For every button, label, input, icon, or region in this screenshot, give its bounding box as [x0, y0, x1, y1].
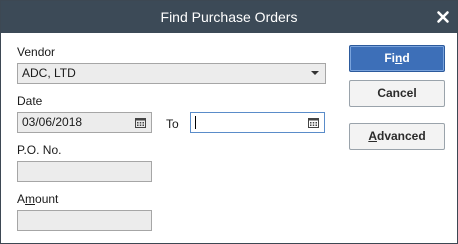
advanced-label-post: dvanced	[376, 129, 426, 143]
po-number-label: P.O. No.	[17, 143, 62, 157]
window-title: Find Purchase Orders	[160, 9, 298, 25]
vendor-dropdown[interactable]: ADC, LTD	[17, 63, 326, 84]
advanced-button[interactable]: Advanced	[349, 123, 445, 150]
text-cursor	[195, 116, 196, 129]
amount-field[interactable]	[17, 210, 152, 231]
close-icon[interactable]	[435, 9, 451, 25]
vendor-label: Vendor	[17, 45, 56, 59]
vendor-value: ADC, LTD	[22, 66, 76, 80]
title-bar: Find Purchase Orders	[1, 1, 457, 33]
po-number-field[interactable]	[17, 161, 152, 182]
find-button[interactable]: Find	[349, 45, 445, 72]
find-label-post: d	[402, 51, 410, 65]
to-label: To	[166, 117, 179, 131]
date-from-field[interactable]: 03/06/2018	[17, 112, 152, 133]
amount-label-post: ount	[35, 192, 59, 206]
advanced-label-accel: A	[368, 129, 377, 143]
amount-label: Amount	[17, 192, 58, 206]
date-label: Date	[17, 94, 43, 108]
amount-label-pre: A	[17, 192, 26, 206]
date-to-field[interactable]	[190, 112, 325, 133]
chevron-down-icon	[311, 71, 319, 75]
find-purchase-orders-dialog: Find Purchase Orders Vendor ADC, LTD Dat…	[0, 0, 458, 244]
date-from-value: 03/06/2018	[22, 115, 83, 129]
calendar-icon[interactable]	[308, 117, 319, 128]
cancel-button[interactable]: Cancel	[349, 80, 445, 107]
calendar-icon[interactable]	[135, 117, 146, 128]
find-label-pre: Fi	[384, 51, 395, 65]
amount-label-accel: m	[25, 192, 36, 206]
